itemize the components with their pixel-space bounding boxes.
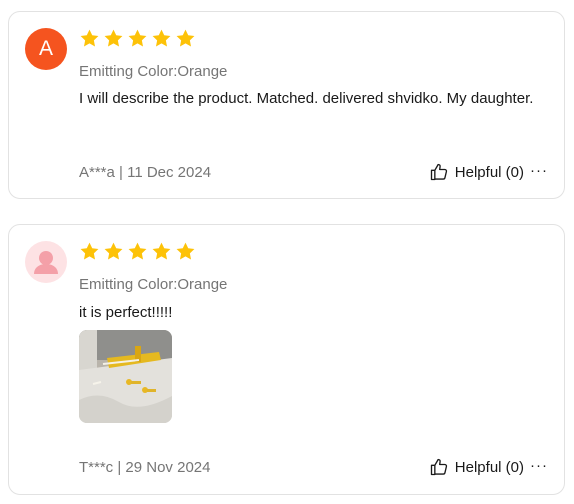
rating-stars	[79, 28, 196, 49]
helpful-button[interactable]: Helpful (0)	[429, 457, 524, 477]
star-icon	[176, 242, 195, 260]
star-icon	[104, 242, 123, 260]
avatar: A	[25, 28, 67, 70]
review-card: Emitting Color:Orange it is perfect!!!!!…	[8, 224, 565, 495]
review-text: I will describe the product. Matched. de…	[79, 90, 534, 107]
more-icon[interactable]: ···	[530, 162, 548, 179]
review-photo[interactable]	[79, 330, 172, 423]
review-card: A Emitting Color:Orange I will describe …	[8, 11, 565, 199]
star-icon	[104, 29, 123, 47]
star-icon	[128, 242, 147, 260]
review-variant: Emitting Color:Orange	[79, 63, 228, 80]
star-icon	[128, 29, 147, 47]
helpful-label: Helpful (0)	[454, 458, 524, 476]
avatar-letter: A	[38, 37, 53, 60]
star-icon	[176, 29, 195, 47]
helpful-button[interactable]: Helpful (0)	[429, 162, 524, 182]
more-icon[interactable]: ···	[530, 457, 548, 474]
review-author-date: T***c | 29 Nov 2024	[79, 459, 211, 476]
star-icon	[152, 242, 171, 260]
star-icon	[152, 29, 171, 47]
review-text: it is perfect!!!!!	[79, 304, 173, 321]
rating-stars	[79, 241, 196, 262]
thumbs-up-icon	[430, 458, 447, 476]
avatar	[25, 241, 67, 283]
thumbs-up-icon	[430, 163, 447, 181]
review-author-date: A***a | 11 Dec 2024	[79, 164, 212, 181]
star-icon	[80, 29, 99, 47]
default-avatar-icon	[34, 251, 58, 274]
review-variant: Emitting Color:Orange	[79, 276, 228, 293]
star-icon	[80, 242, 99, 260]
helpful-label: Helpful (0)	[454, 163, 524, 181]
